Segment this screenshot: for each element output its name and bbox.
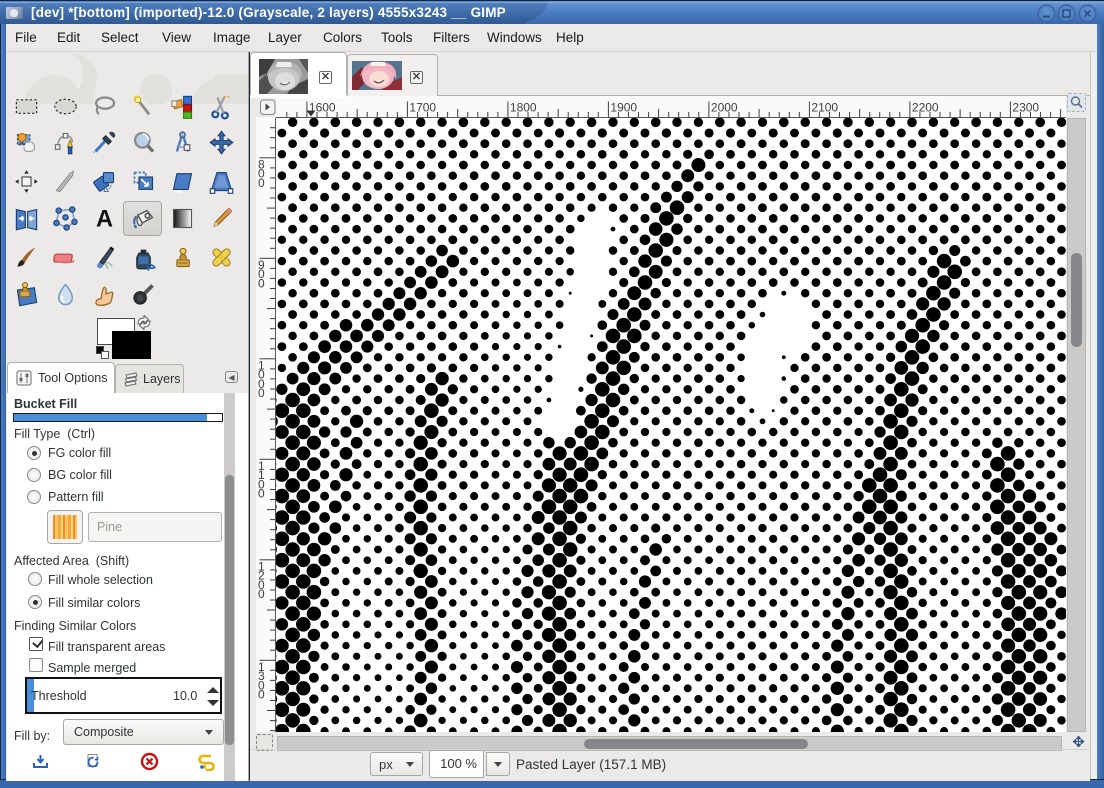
svg-text:1900: 1900	[610, 101, 637, 115]
svg-text:0: 0	[258, 487, 265, 501]
svg-text:0: 0	[258, 276, 265, 290]
svg-text:2100: 2100	[811, 101, 838, 115]
svg-text:2200: 2200	[912, 101, 939, 115]
svg-text:2000: 2000	[711, 101, 738, 115]
svg-text:1800: 1800	[510, 101, 537, 115]
svg-text:0: 0	[258, 176, 265, 190]
svg-text:0: 0	[258, 587, 265, 601]
svg-text:2300: 2300	[1012, 101, 1039, 115]
svg-text:0: 0	[258, 688, 265, 702]
svg-text:1700: 1700	[409, 101, 436, 115]
svg-text:A: A	[96, 206, 113, 232]
svg-text:0: 0	[258, 386, 265, 400]
